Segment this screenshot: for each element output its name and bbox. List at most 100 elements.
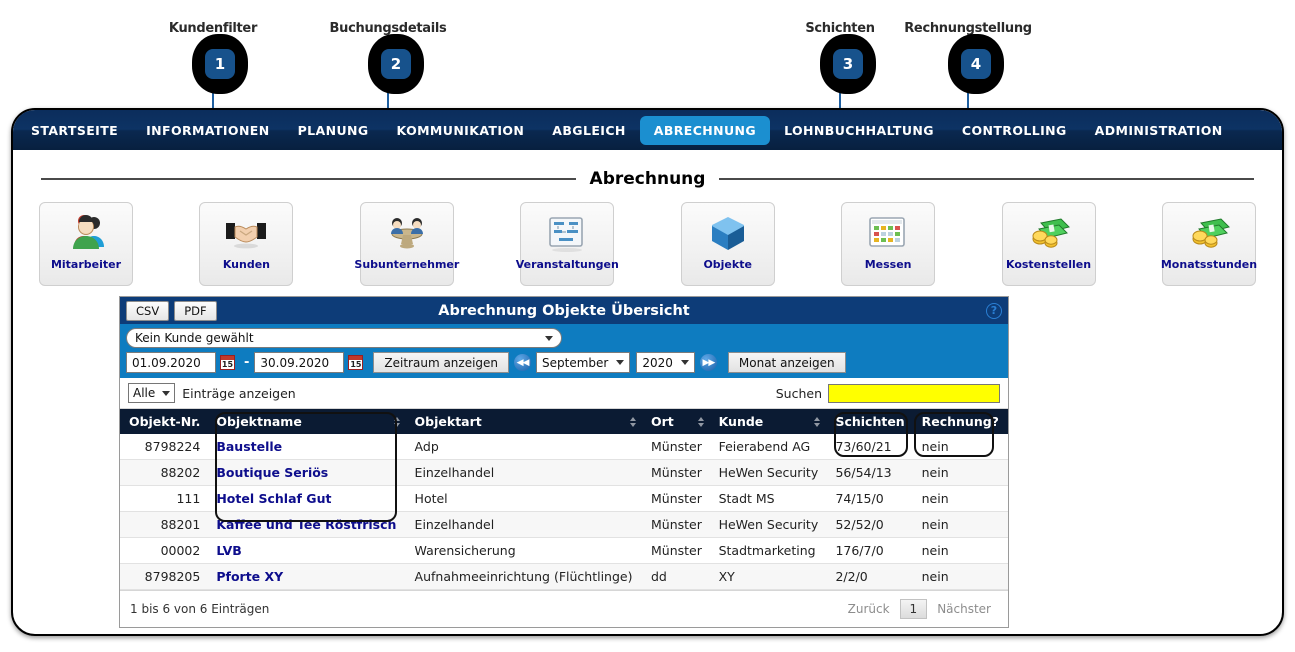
customer-filter-row: Kein Kunde gewählt xyxy=(126,328,1002,348)
tile-kunden[interactable]: Kunden xyxy=(199,202,294,286)
cell-rechnung: nein xyxy=(913,511,1008,538)
column-header-kunde[interactable]: Kunde xyxy=(710,409,828,434)
export-csv-button[interactable]: CSV xyxy=(126,300,170,321)
panel-title: Abrechnung Objekte Übersicht xyxy=(438,302,690,319)
nav-item-administration[interactable]: ADMINISTRATION xyxy=(1081,116,1237,145)
year-select-value: 2020 xyxy=(642,355,673,370)
objektname-link[interactable]: Hotel Schlaf Gut xyxy=(216,491,331,506)
tile-monatsstunden[interactable]: Monatsstunden xyxy=(1160,202,1258,286)
table-row[interactable]: 8798205 Pforte XY Aufnahmeeinrichtung (Flü… xyxy=(120,563,1008,590)
previous-month-icon[interactable]: ◀◀ xyxy=(514,354,532,371)
cell-ort: dd xyxy=(642,563,711,590)
callout-badge-3: 3 xyxy=(820,34,876,94)
tile-label: Messen xyxy=(864,258,912,271)
cell-art: Einzelhandel xyxy=(406,459,643,486)
table-body: 8798224 Baustelle Adp Münster Feierabend AG 7… xyxy=(120,434,1008,590)
tile-mitarbeiter[interactable]: Mitarbeiter xyxy=(39,202,133,286)
help-icon[interactable]: ? xyxy=(986,302,1002,319)
tile-veranstaltungen[interactable]: Veranstaltungen xyxy=(516,202,619,286)
tile-messen[interactable]: Messen xyxy=(841,202,936,286)
table-row[interactable]: 8798224 Baustelle Adp Münster Feierabend AG 7… xyxy=(120,434,1008,460)
cell-schichten: 73/60/21 xyxy=(827,434,914,460)
objektname-link[interactable]: LVB xyxy=(216,543,241,558)
nav-item-lohnbuchhaltung[interactable]: LOHNBUCHHALTUNG xyxy=(770,116,948,145)
date-to-input[interactable]: 30.09.2020 xyxy=(254,352,345,373)
nav-item-startseite[interactable]: STARTSEITE xyxy=(17,116,132,145)
search-input[interactable] xyxy=(828,383,1000,403)
objektname-link[interactable]: Boutique Seriös xyxy=(216,465,328,480)
column-header-label: Objekt-Nr. xyxy=(128,414,201,429)
column-header-label: Objektart xyxy=(414,414,482,429)
month-select-value: September xyxy=(542,355,609,370)
nav-item-kommunikation[interactable]: KOMMUNIKATION xyxy=(383,116,539,145)
entries-per-page-select[interactable]: Alle xyxy=(128,383,176,403)
tile-label: Kunden xyxy=(222,258,270,271)
column-header-objektname[interactable]: Objektname xyxy=(208,409,407,434)
objects-table: Objekt-Nr. Objektname Objektart Ort Kunde Sch… xyxy=(120,409,1008,590)
main-navigation: STARTSEITE INFORMATIONEN PLANUNG KOMMUNIKAT… xyxy=(13,110,1282,150)
table-row[interactable]: 88201 Kaffee und Tee Röstfrisch Einzelhand… xyxy=(120,511,1008,538)
pagination-page-1[interactable]: 1 xyxy=(899,599,928,619)
cell-objektname: Baustelle xyxy=(208,434,407,460)
year-select[interactable]: 2020 xyxy=(636,352,695,373)
customer-select[interactable]: Kein Kunde gewählt xyxy=(126,328,562,348)
table-row[interactable]: 00002 LVB Warensicherung Münster Stadtmarket… xyxy=(120,537,1008,564)
show-range-button[interactable]: Zeitraum anzeigen xyxy=(373,352,510,373)
objektname-link[interactable]: Baustelle xyxy=(216,439,282,454)
nav-item-planung[interactable]: PLANUNG xyxy=(284,116,383,145)
month-select[interactable]: September xyxy=(536,352,631,373)
nav-item-abrechnung[interactable]: ABRECHNUNG xyxy=(639,115,771,145)
date-from-input[interactable]: 01.09.2020 xyxy=(126,352,216,373)
tile-subunternehmer[interactable]: Subunternehmer xyxy=(354,202,459,286)
module-tile-row: Mitarbeiter Kunden Subunternehmer Verans… xyxy=(13,194,1282,286)
column-header-label: Rechnung? xyxy=(921,414,999,429)
tile-kostenstellen[interactable]: Kostenstellen xyxy=(1001,202,1096,286)
nav-item-abgleich[interactable]: ABGLEICH xyxy=(538,116,639,145)
cell-objekt-nr: 88202 xyxy=(120,459,209,486)
cell-objektname: Pforte XY xyxy=(208,563,407,590)
filter-bar: Kein Kunde gewählt 01.09.2020 15 - 30.09… xyxy=(120,324,1008,378)
next-month-icon[interactable]: ▶▶ xyxy=(699,354,717,371)
nav-item-informationen[interactable]: INFORMATIONEN xyxy=(132,116,284,145)
column-header-schichten[interactable]: Schichten xyxy=(827,409,914,434)
column-header-label: Ort xyxy=(650,414,674,429)
show-month-button[interactable]: Monat anzeigen xyxy=(727,352,846,373)
chevron-down-icon xyxy=(680,360,689,365)
cell-objekt-nr: 00002 xyxy=(120,537,209,564)
column-header-ort[interactable]: Ort xyxy=(642,409,711,434)
pagination-previous[interactable]: Zurück xyxy=(841,600,897,618)
cell-objekt-nr: 8798205 xyxy=(120,563,209,590)
tile-objekte[interactable]: Objekte xyxy=(680,202,775,286)
cell-art: Einzelhandel xyxy=(406,511,643,538)
cell-kunde: Feierabend AG xyxy=(710,434,828,460)
tile-label: Monatsstunden xyxy=(1160,258,1258,271)
search-label: Suchen xyxy=(775,385,822,401)
table-row[interactable]: 111 Hotel Schlaf Gut Hotel Münster Stadt MS 7… xyxy=(120,485,1008,512)
objektname-link[interactable]: Kaffee und Tee Röstfrisch xyxy=(216,517,396,532)
chevron-down-icon xyxy=(545,335,553,341)
calendar-icon-to[interactable]: 15 xyxy=(348,355,364,370)
table-row[interactable]: 88202 Boutique Seriös Einzelhandel Münster H… xyxy=(120,459,1008,486)
calendar-icon-from[interactable]: 15 xyxy=(220,355,235,370)
cell-schichten: 176/7/0 xyxy=(827,537,914,564)
handshake-icon xyxy=(224,211,268,257)
column-header-objektart[interactable]: Objektart xyxy=(406,409,643,434)
meeting-icon xyxy=(385,211,429,257)
pagination-next[interactable]: Nächster xyxy=(930,600,998,618)
column-header-objekt-nr[interactable]: Objekt-Nr. xyxy=(120,409,209,434)
cell-art: Adp xyxy=(406,434,643,460)
screenshot-root: Kundenfilter 1 Buchungsdetails 2 Schichten 3 R… xyxy=(0,0,1295,652)
search-area: Suchen xyxy=(775,383,1000,403)
cell-ort: Münster xyxy=(642,511,711,538)
objektname-link[interactable]: Pforte XY xyxy=(216,569,283,584)
export-pdf-button[interactable]: PDF xyxy=(174,300,217,321)
sort-arrows-icon xyxy=(629,416,637,427)
entries-info: 1 bis 6 von 6 Einträgen xyxy=(130,602,270,616)
nav-item-controlling[interactable]: CONTROLLING xyxy=(948,116,1081,145)
cell-objektname: Hotel Schlaf Gut xyxy=(208,485,407,512)
column-header-rechnung[interactable]: Rechnung? xyxy=(913,409,1008,434)
cell-schichten: 56/54/13 xyxy=(827,459,914,486)
tile-label: Veranstaltungen xyxy=(515,258,619,271)
cell-kunde: HeWen Security xyxy=(710,511,828,538)
callout-number-3: 3 xyxy=(833,49,863,79)
